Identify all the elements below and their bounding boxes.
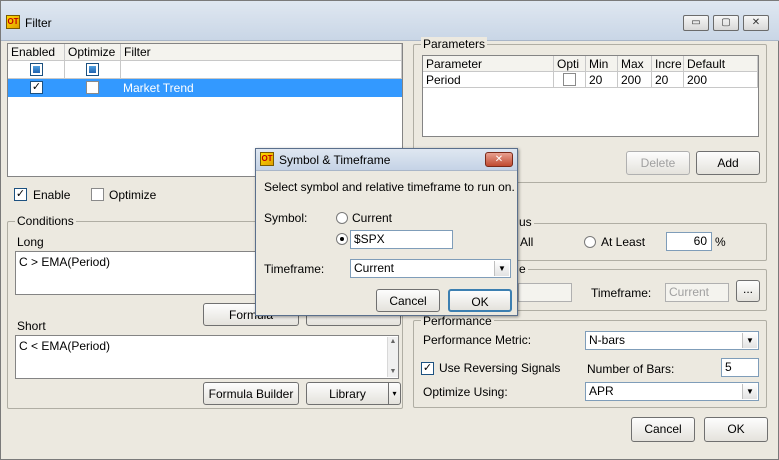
number-of-bars-input[interactable]: 5: [721, 358, 759, 377]
param-opti-checkbox[interactable]: [563, 73, 576, 86]
table-row[interactable]: ✓ Market Trend: [8, 79, 402, 97]
dialog-cancel-button[interactable]: Cancel: [376, 289, 440, 312]
select-all-enabled-checkbox[interactable]: [30, 63, 43, 76]
percent-unit: %: [715, 235, 726, 249]
row-enabled-checkbox[interactable]: ✓: [30, 81, 43, 94]
enable-checkbox[interactable]: ✓: [14, 188, 27, 201]
symbol-label: Symbol:: [264, 211, 308, 225]
consensus-title: us: [517, 215, 534, 229]
select-all-optimize-checkbox[interactable]: [86, 63, 99, 76]
use-reversing-signals-label: Use Reversing Signals: [439, 361, 561, 375]
performance-title: Performance: [421, 314, 494, 328]
param-name-cell[interactable]: Period: [423, 72, 554, 88]
param-header-min[interactable]: Min: [586, 56, 618, 72]
restore-icon: ▢: [721, 17, 731, 28]
number-of-bars-label: Number of Bars:: [587, 362, 675, 376]
cancel-button[interactable]: Cancel: [631, 417, 695, 442]
filter-window: OT Filter ▭ ▢ ✕ Enabled Optimize Filter …: [0, 0, 779, 460]
filter-search-cell[interactable]: [121, 61, 402, 79]
param-header-incre[interactable]: Incre: [652, 56, 684, 72]
symbol-custom-radio[interactable]: [336, 233, 348, 245]
performance-metric-value: N-bars: [589, 333, 626, 347]
enable-label: Enable: [33, 188, 71, 202]
param-header-max[interactable]: Max: [618, 56, 652, 72]
long-label: Long: [17, 235, 44, 249]
chevron-down-icon: ▼: [494, 261, 509, 276]
column-header-filter[interactable]: Filter: [121, 44, 402, 61]
delete-parameter-button[interactable]: Delete: [626, 151, 690, 175]
symbol-current-label: Current: [352, 211, 393, 225]
param-header-opti[interactable]: Opti: [554, 56, 586, 72]
chevron-down-icon: ▼: [742, 333, 757, 348]
param-header-default[interactable]: Default: [684, 56, 758, 72]
app-logo-icon: OT: [260, 152, 274, 166]
minimize-icon: ▭: [691, 17, 701, 28]
param-min-cell[interactable]: 20: [586, 72, 618, 88]
minimize-button[interactable]: ▭: [683, 15, 709, 31]
param-header-parameter[interactable]: Parameter: [423, 56, 554, 72]
all-label: All: [520, 235, 534, 249]
dialog-close-button[interactable]: ✕: [485, 152, 513, 167]
row-filter-name: Market Trend: [123, 81, 194, 95]
column-header-optimize[interactable]: Optimize: [65, 44, 121, 61]
dialog-ok-button[interactable]: OK: [448, 289, 512, 312]
dialog-title: Symbol & Timeframe: [279, 153, 391, 167]
optimize-label: Optimize: [109, 188, 157, 202]
app-logo-icon: OT: [6, 15, 20, 29]
dialog-timeframe-label: Timeframe:: [264, 262, 325, 276]
dialog-timeframe-value: Current: [354, 261, 395, 275]
optimize-using-select[interactable]: APR ▼: [585, 382, 759, 401]
use-reversing-signals-checkbox[interactable]: ✓: [421, 362, 434, 375]
timeframe-label: Timeframe:: [591, 286, 652, 300]
column-header-enabled[interactable]: Enabled: [8, 44, 65, 61]
param-default-cell[interactable]: 200: [684, 72, 758, 88]
library-button[interactable]: Library: [306, 382, 389, 405]
dialog-timeframe-select[interactable]: Current ▼: [350, 259, 511, 278]
symbol-input[interactable]: $SPX: [350, 230, 453, 249]
optimize-using-label: Optimize Using:: [423, 385, 508, 399]
close-icon: ✕: [751, 17, 761, 28]
dialog-instructions: Select symbol and relative timeframe to …: [264, 180, 515, 194]
dialog-titlebar[interactable]: OT Symbol & Timeframe ✕: [256, 149, 517, 171]
parameters-title: Parameters: [421, 37, 488, 51]
performance-metric-select[interactable]: N-bars ▼: [585, 331, 759, 350]
parameters-table: Parameter Opti Min Max Incre Default Per…: [422, 55, 759, 137]
symbol-browse-button[interactable]: ...: [736, 280, 760, 302]
param-max-cell[interactable]: 200: [618, 72, 652, 88]
row-optimize-checkbox[interactable]: [86, 81, 99, 94]
window-titlebar[interactable]: OT Filter ▭ ▢ ✕: [1, 1, 779, 41]
ok-button[interactable]: OK: [704, 417, 768, 442]
symbol-group-title: e: [517, 262, 528, 276]
symbol-timeframe-dialog: OT Symbol & Timeframe ✕ Select symbol an…: [255, 148, 518, 316]
optimize-checkbox[interactable]: [91, 188, 104, 201]
symbol-display: [518, 283, 572, 302]
short-editor-scrollbar[interactable]: ▲ ▼: [387, 337, 398, 377]
conditions-title: Conditions: [15, 214, 76, 228]
symbol-current-radio[interactable]: [336, 212, 348, 224]
window-title: Filter: [25, 16, 52, 30]
at-least-radio[interactable]: [584, 236, 596, 248]
chevron-down-icon: ▼: [742, 384, 757, 399]
short-condition-editor[interactable]: C < EMA(Period): [15, 335, 399, 379]
short-label: Short: [17, 319, 46, 333]
formula-builder-button[interactable]: Formula Builder: [203, 382, 299, 405]
param-incre-cell[interactable]: 20: [652, 72, 684, 88]
close-button[interactable]: ✕: [743, 15, 769, 31]
at-least-label: At Least: [601, 235, 646, 249]
restore-button[interactable]: ▢: [713, 15, 739, 31]
library-dropdown-button[interactable]: ▾: [388, 382, 401, 405]
at-least-input[interactable]: 60: [666, 232, 712, 251]
performance-metric-label: Performance Metric:: [423, 333, 532, 347]
timeframe-display: Current: [665, 283, 729, 302]
dropdown-arrow-icon: ▾: [392, 389, 397, 398]
optimize-using-value: APR: [589, 384, 614, 398]
close-icon: ✕: [494, 154, 504, 165]
add-parameter-button[interactable]: Add: [696, 151, 760, 175]
